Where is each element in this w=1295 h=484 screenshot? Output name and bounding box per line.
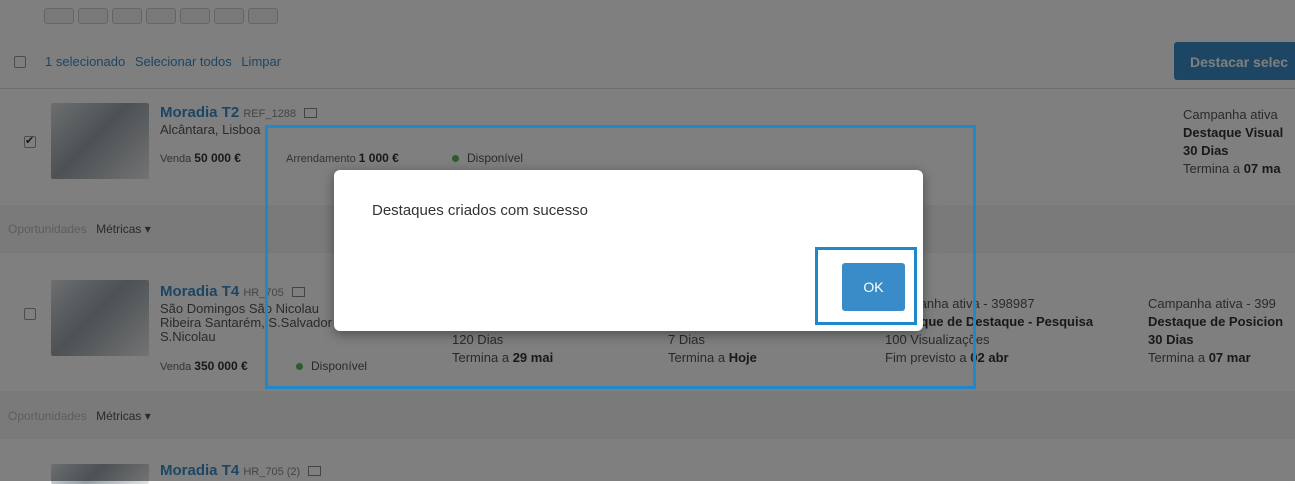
highlight-box-ok bbox=[815, 247, 917, 325]
